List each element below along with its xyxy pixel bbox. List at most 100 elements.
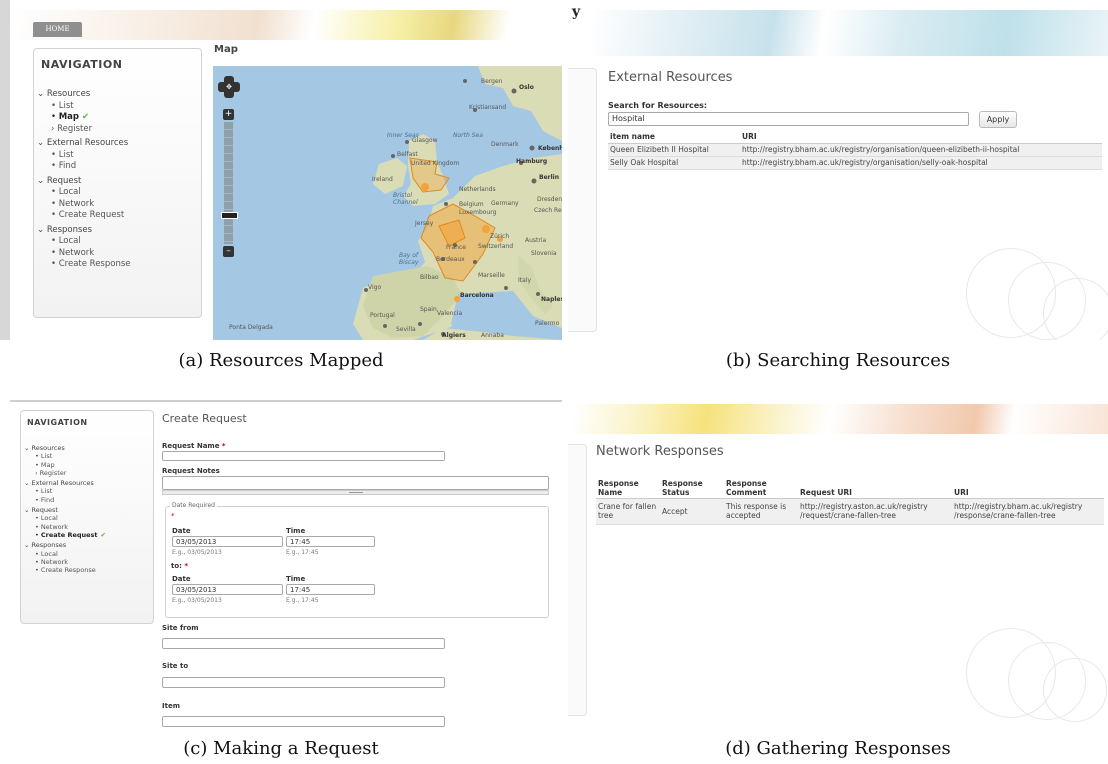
request-name-input[interactable] [162, 451, 445, 461]
cell-uri[interactable]: http://registry.bham.ac.uk/registry/orga… [741, 156, 1102, 169]
nav-item[interactable]: • Local [24, 514, 152, 522]
map-label-bristol-channel: Bristol Channel [393, 192, 418, 206]
cell-uri[interactable]: http://registry.bham.ac.uk/registry/orga… [741, 143, 1102, 156]
results-table: item name URI Queen Elizibeth II Hospita… [608, 130, 1102, 170]
table-row[interactable]: Queen Elizibeth II Hospital http://regis… [608, 143, 1102, 156]
date-hint: E.g., 03/05/2013 [172, 549, 222, 556]
checkmark-icon: ✔ [100, 530, 106, 539]
column-header-uri: URI [742, 131, 757, 141]
nav-section-1[interactable]: ⌄ External Resources [37, 138, 197, 150]
nav-item[interactable]: • Create Request [37, 210, 197, 222]
nav-item[interactable]: • Create Response [24, 566, 152, 574]
time-label: Time [286, 575, 306, 583]
map-label-italy: Italy [518, 277, 532, 284]
nav-menu: ⌄ Resources • List • Map › Register ⌄ Extern… [24, 444, 152, 576]
chevron-down-icon: ⌄ [37, 175, 47, 186]
cell-response-name: Crane for fallen tree [598, 502, 657, 520]
nav-section-1[interactable]: ⌄ External Resources [24, 479, 152, 487]
map-label-glasgow: Glasgow [412, 137, 438, 144]
map-label-switzerland: Switzerland [478, 243, 513, 250]
map-label-ireland: Ireland [372, 176, 393, 183]
nav-item[interactable]: • Local [37, 236, 197, 248]
time-to-input[interactable]: 17:45 [286, 584, 375, 595]
map-label-belfast: Belfast [397, 151, 418, 158]
nav-item[interactable]: • List [24, 487, 152, 495]
nav-item[interactable]: • List [37, 150, 197, 162]
nav-item[interactable]: • Network [24, 558, 152, 566]
map-label-united-kingdom: United Kingdom [411, 160, 460, 167]
table-row[interactable]: Crane for fallen tree Accept This respon… [596, 498, 1104, 524]
site-from-label: Site from [162, 624, 199, 632]
table-row[interactable]: Selly Oak Hospital http://registry.bham.… [608, 156, 1102, 169]
date-label: Date [172, 527, 191, 535]
bullet-icon: • [51, 100, 59, 111]
nav-section-0[interactable]: ⌄ Resources [24, 444, 152, 452]
nav-item[interactable]: • Network [24, 523, 152, 531]
site-to-label: Site to [162, 662, 189, 670]
cell-uri[interactable]: http://registry.bham.ac.uk/registry /res… [953, 498, 1104, 524]
nav-item[interactable]: • Local [37, 187, 197, 199]
apply-button[interactable]: Apply [979, 111, 1017, 128]
date-required-fieldset: Date Required * Date Time 03/05/2013 17:… [165, 502, 549, 618]
map-label-slovenia: Slovenia [531, 250, 557, 257]
nav-item[interactable]: • List [24, 452, 152, 460]
search-input[interactable]: Hospital [608, 112, 969, 126]
nav-menu: ⌄ Resources • List • Map ✔ › Register ⌄ Exter… [37, 89, 197, 274]
nav-item[interactable]: • Find [37, 161, 197, 173]
map-label-zurich: Zürich [490, 233, 510, 240]
nav-item[interactable]: • Map [24, 461, 152, 469]
nav-item[interactable]: • Create Response [37, 259, 197, 271]
chevron-down-icon: ⌄ [37, 138, 47, 148]
map-label-spain: Spain [420, 306, 437, 313]
nav-item[interactable]: • Network [37, 199, 197, 211]
map-label-sevilla: Sevilla [396, 326, 416, 333]
nav-item[interactable]: › Register [37, 124, 197, 136]
site-to-input[interactable] [162, 677, 445, 688]
header-banner [10, 10, 562, 40]
date-from-input[interactable]: 03/05/2013 [172, 536, 283, 547]
bullet-icon: • [51, 149, 59, 160]
nav-item[interactable]: • Local [24, 550, 152, 558]
nav-item[interactable]: › Register [24, 469, 152, 477]
nav-item[interactable]: • Map ✔ [37, 112, 197, 124]
textarea-resize-grip[interactable] [162, 490, 549, 495]
bullet-icon: • [51, 236, 59, 246]
map-label-germany: Germany [491, 200, 519, 207]
chevron-down-icon: ⌄ [37, 224, 47, 235]
cell-request-uri[interactable]: http://registry.aston.ac.uk/registry /re… [799, 498, 953, 524]
nav-section-0[interactable]: ⌄ Resources [37, 89, 197, 101]
column-header-response-status: Response Status [662, 478, 703, 497]
required-mark: * [171, 512, 175, 520]
request-notes-textarea[interactable] [162, 476, 549, 490]
nav-item[interactable]: • Find [24, 496, 152, 504]
map-label-bay-of-biscay: Bay of Biscay [399, 252, 419, 266]
request-name-label: Request Name * [162, 442, 226, 450]
nav-item[interactable]: • Network [37, 248, 197, 260]
column-header-response-comment: Response Comment [726, 478, 767, 497]
home-tab[interactable]: HOME [33, 22, 82, 37]
nav-section-2[interactable]: ⌄ Request [24, 506, 152, 514]
nav-title: NAVIGATION [27, 418, 88, 427]
nav-section-3[interactable]: ⌄ Responses [37, 225, 197, 237]
map-view[interactable]: ✥ + – Bergen Oslo Kristiansand Inner Seas Gl… [213, 66, 562, 340]
site-from-input[interactable] [162, 638, 445, 649]
chevron-down-icon: ⌄ [24, 479, 32, 488]
time-hint: E.g., 17:45 [286, 549, 319, 556]
caption-a: (a) Resources Mapped [178, 350, 384, 371]
nav-section-3[interactable]: ⌄ Responses [24, 541, 152, 549]
date-to-input[interactable]: 03/05/2013 [172, 584, 283, 595]
nav-section-2[interactable]: ⌄ Request [37, 176, 197, 188]
map-label-belgium: Belgium [459, 201, 484, 208]
map-label-kristiansand: Kristiansand [469, 104, 507, 111]
decorative-circle [1043, 278, 1108, 340]
search-label: Search for Resources: [608, 101, 708, 110]
time-from-input[interactable]: 17:45 [286, 536, 375, 547]
map-label-austria: Austria [525, 237, 547, 244]
map-label-algiers: Algiers [442, 332, 466, 339]
item-input[interactable] [162, 716, 445, 727]
bullet-icon: • [51, 112, 59, 122]
panel-searching-resources: y External Resources Search for Resource… [568, 0, 1108, 340]
nav-item[interactable]: • List [37, 101, 197, 113]
nav-item[interactable]: • Create Request ✔ [24, 531, 152, 539]
page-title: External Resources [608, 70, 733, 85]
